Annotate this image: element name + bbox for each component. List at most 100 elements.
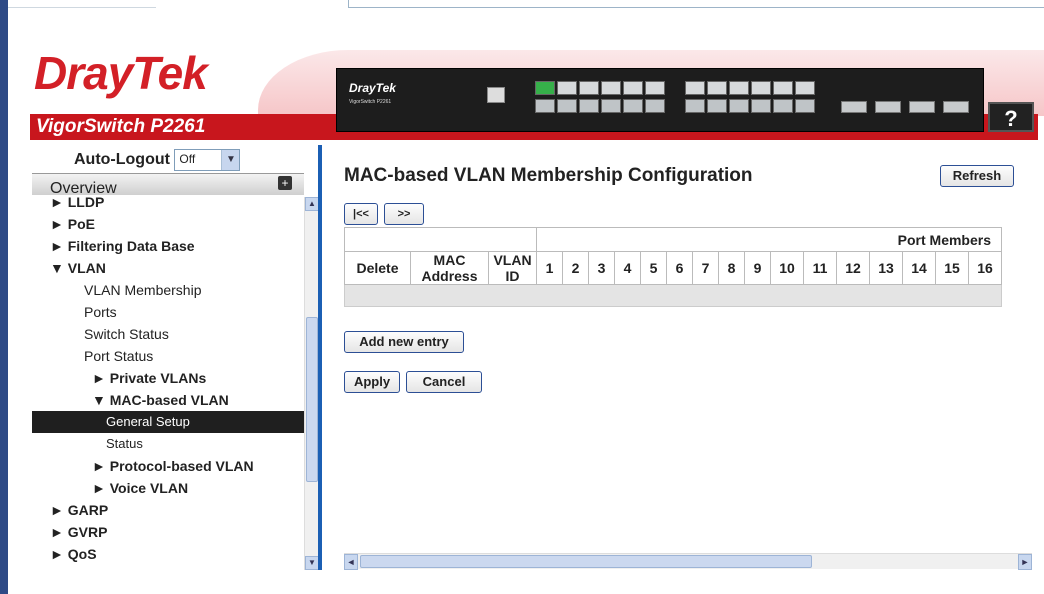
page-title: MAC-based VLAN Membership Configuration — [344, 165, 753, 186]
col-port: 6 — [666, 251, 693, 285]
col-vlan-id: VLAN ID — [488, 251, 537, 285]
ethernet-port-icon — [795, 99, 815, 113]
sidebar-item[interactable]: ► Voice VLAN — [32, 477, 304, 499]
autologout-value: Off — [179, 152, 196, 166]
ethernet-port-icon — [685, 99, 705, 113]
col-port: 12 — [836, 251, 870, 285]
strip-segment — [8, 0, 156, 8]
sfp-port-icon — [909, 101, 935, 113]
col-port: 1 — [536, 251, 563, 285]
scroll-thumb[interactable] — [306, 317, 318, 482]
ethernet-port-icon — [557, 99, 577, 113]
col-port: 11 — [803, 251, 837, 285]
overview-label: Overview — [50, 180, 117, 197]
sidebar-item[interactable]: ► GVRP — [32, 521, 304, 543]
col-port: 3 — [588, 251, 615, 285]
ethernet-port-icon — [773, 99, 793, 113]
ethernet-port-icon — [535, 81, 555, 95]
table-corner — [344, 227, 537, 252]
ethernet-port-icon — [535, 99, 555, 113]
table-empty-row — [344, 284, 1002, 307]
next-page-button[interactable]: >> — [384, 203, 424, 225]
chevron-down-icon[interactable]: ▼ — [221, 150, 240, 170]
sidebar-item[interactable]: ► GARP — [32, 499, 304, 521]
sidebar-item[interactable]: General Setup — [32, 411, 304, 433]
col-port: 16 — [968, 251, 1002, 285]
ethernet-port-icon — [601, 99, 621, 113]
sidebar-item[interactable]: ► QoS — [32, 543, 304, 565]
ethernet-port-icon — [645, 99, 665, 113]
overview-bar[interactable]: Overview + — [32, 173, 304, 197]
ethernet-port-icon — [707, 99, 727, 113]
draytek-logo: DrayTek — [34, 47, 208, 99]
col-port: 7 — [692, 251, 719, 285]
col-port: 8 — [718, 251, 745, 285]
nav-menu: ► LLDP ► PoE ► Filtering Data Base ▼ VLAN VL… — [32, 197, 304, 570]
help-button[interactable]: ? — [988, 102, 1034, 132]
sfp-port-icon — [841, 101, 867, 113]
ethernet-port-icon — [579, 99, 599, 113]
scroll-up-icon[interactable]: ▲ — [305, 197, 319, 211]
col-delete: Delete — [344, 251, 411, 285]
refresh-button[interactable]: Refresh — [940, 165, 1014, 187]
sidebar-item[interactable]: ► PoE — [32, 213, 304, 235]
col-port: 9 — [744, 251, 771, 285]
ethernet-port-icon — [751, 99, 771, 113]
apply-button[interactable]: Apply — [344, 371, 400, 393]
ethernet-port-icon — [623, 99, 643, 113]
sidebar: Auto-Logout Off ▼ Overview + ► LLDP ► PoE… — [8, 145, 319, 570]
ethernet-port-icon — [557, 81, 577, 95]
sidebar-scrollbar[interactable]: ▲ ▼ — [304, 197, 319, 570]
ethernet-port-icon — [601, 81, 621, 95]
col-port: 5 — [640, 251, 667, 285]
autologout-select[interactable]: Off ▼ — [174, 149, 241, 171]
cancel-button[interactable]: Cancel — [406, 371, 482, 393]
col-mac-address: MAC Address — [410, 251, 489, 285]
autologout: Auto-Logout Off ▼ — [74, 149, 241, 171]
col-port: 13 — [869, 251, 903, 285]
browser-top-strip — [0, 0, 1044, 10]
sfp-port-icon — [875, 101, 901, 113]
left-frame-border — [0, 0, 8, 594]
col-port: 10 — [770, 251, 804, 285]
sidebar-item[interactable]: Status — [32, 433, 304, 455]
device-model: VigorSwitch P2261 — [349, 99, 392, 105]
device-brand: DrayTek — [349, 81, 396, 95]
first-page-button[interactable]: |<< — [344, 203, 378, 225]
sidebar-item[interactable]: ► Filtering Data Base — [32, 235, 304, 257]
sidebar-item[interactable]: VLAN Membership — [32, 279, 304, 301]
model-name: VigorSwitch P2261 — [36, 116, 206, 137]
scroll-right-icon[interactable]: ► — [1018, 554, 1032, 570]
console-port-icon — [487, 87, 505, 103]
hscroll-thumb[interactable] — [360, 555, 812, 568]
sfp-port-icon — [943, 101, 969, 113]
ethernet-port-icon — [729, 81, 749, 95]
sidebar-item[interactable]: ▼ VLAN — [32, 257, 304, 279]
add-new-entry-button[interactable]: Add new entry — [344, 331, 464, 353]
port-members-header: Port Members — [536, 227, 1002, 252]
switch-device-image: DrayTek VigorSwitch P2261 — [336, 68, 984, 132]
sidebar-item[interactable]: Ports — [32, 301, 304, 323]
ethernet-port-icon — [623, 81, 643, 95]
mac-vlan-table: Port Members Delete MAC Address VLAN ID … — [344, 227, 1002, 307]
scroll-down-icon[interactable]: ▼ — [305, 556, 319, 570]
scroll-left-icon[interactable]: ◄ — [344, 554, 358, 570]
sidebar-item[interactable]: Port Status — [32, 345, 304, 367]
ethernet-port-icon — [773, 81, 793, 95]
sidebar-item[interactable]: ► Protocol-based VLAN — [32, 455, 304, 477]
header-banner: DrayTek VigorSwitch P2261 DrayTek VigorS… — [8, 10, 1044, 145]
sidebar-item[interactable]: ▼ MAC-based VLAN — [32, 389, 304, 411]
main-hscrollbar[interactable]: ◄ ► — [344, 553, 1032, 570]
ethernet-port-icon — [579, 81, 599, 95]
ethernet-port-icon — [707, 81, 727, 95]
sidebar-item[interactable]: ► Private VLANs — [32, 367, 304, 389]
expand-plus-icon[interactable]: + — [278, 176, 292, 190]
sidebar-item[interactable]: Switch Status — [32, 323, 304, 345]
col-port: 15 — [935, 251, 969, 285]
sidebar-item[interactable]: ► LLDP — [32, 197, 304, 213]
col-port: 2 — [562, 251, 589, 285]
ethernet-port-icon — [751, 81, 771, 95]
main-content: MAC-based VLAN Membership Configuration … — [322, 145, 1034, 570]
col-port: 4 — [614, 251, 641, 285]
autologout-label: Auto-Logout — [74, 151, 170, 169]
